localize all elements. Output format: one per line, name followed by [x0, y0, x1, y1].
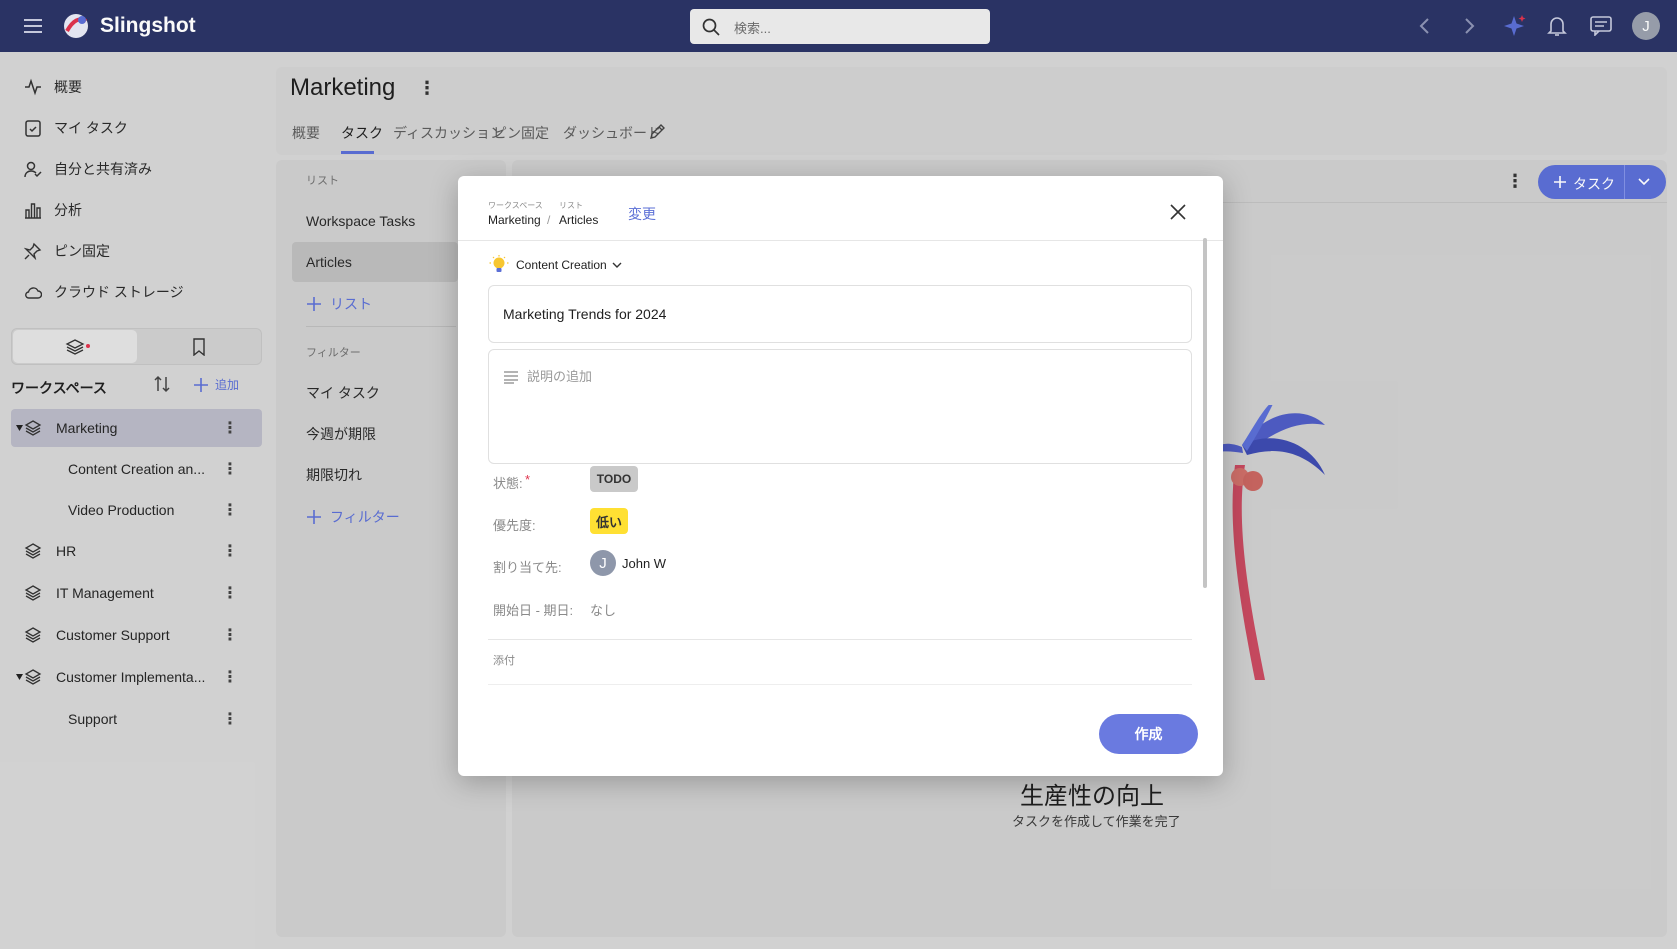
attachments-label: 添付	[493, 655, 515, 667]
text-lines-icon	[504, 371, 518, 384]
category-label: Content Creation	[516, 258, 607, 272]
description-placeholder: 説明の追加	[527, 369, 593, 384]
breadcrumb-workspace: Marketing	[488, 213, 541, 227]
lightbulb-icon	[489, 255, 509, 272]
scrollbar[interactable]	[1203, 238, 1207, 588]
create-button[interactable]: 作成	[1099, 714, 1198, 754]
dates-value[interactable]: なし	[590, 600, 616, 619]
change-location-link[interactable]: 変更	[628, 204, 656, 224]
task-title-value: Marketing Trends for 2024	[503, 306, 667, 322]
assignee-label: 割り当て先:	[493, 560, 562, 575]
priority-badge[interactable]: 低い	[590, 508, 628, 534]
chevron-down-icon	[612, 262, 622, 268]
header-divider	[458, 240, 1223, 241]
category-selector[interactable]: Content Creation	[488, 254, 622, 276]
task-title-field[interactable]: Marketing Trends for 2024	[488, 285, 1192, 343]
dates-label: 開始日 - 期日:	[493, 603, 574, 618]
close-icon[interactable]	[1170, 204, 1186, 220]
breadcrumb-list: Articles	[559, 213, 599, 227]
assignee-avatar: J	[590, 550, 616, 576]
create-task-dialog: ワークスペース リスト Marketing / Articles 変更 Cont…	[458, 176, 1223, 776]
breadcrumb-list-caption: リスト	[559, 201, 583, 210]
status-badge[interactable]: TODO	[590, 466, 638, 492]
divider	[488, 639, 1192, 640]
description-field[interactable]: 説明の追加	[488, 349, 1192, 464]
status-label: 状態:	[493, 476, 523, 491]
divider	[488, 684, 1192, 685]
required-mark: *	[525, 472, 531, 487]
assignee-selector[interactable]: J John W	[590, 550, 666, 576]
breadcrumb-workspace-caption: ワークスペース	[488, 201, 543, 210]
priority-label: 優先度:	[493, 518, 536, 533]
assignee-name: John W	[622, 555, 667, 571]
breadcrumb-separator: /	[547, 213, 551, 227]
